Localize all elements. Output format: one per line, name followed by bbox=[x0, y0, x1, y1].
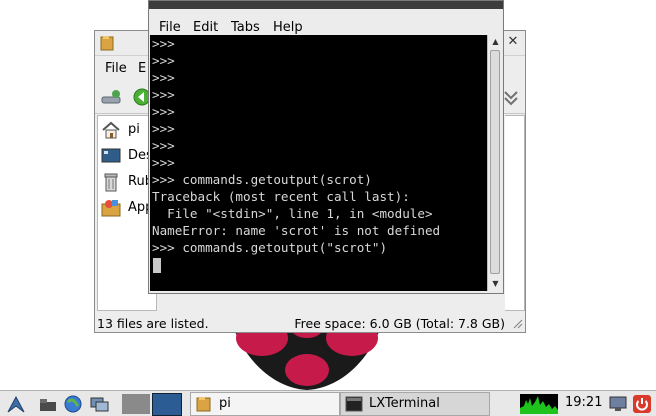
terminal-line: NameError: name 'scrot' is not defined bbox=[152, 223, 441, 238]
terminal-line: >>> commands.getoutput("scrot") bbox=[152, 240, 388, 255]
scroll-up-icon[interactable]: ▲ bbox=[490, 36, 501, 48]
terminal-menubar: File Edit Tabs Help bbox=[149, 9, 503, 35]
terminal-line: >>> bbox=[152, 70, 175, 85]
resize-grip-icon[interactable] bbox=[511, 317, 523, 329]
desktop-switch-icon[interactable] bbox=[90, 394, 110, 414]
file-list-area[interactable] bbox=[505, 115, 525, 311]
terminal-titlebar[interactable] bbox=[149, 1, 503, 9]
terminal-line: >>> bbox=[152, 87, 175, 102]
desktop-icon bbox=[101, 148, 121, 163]
menu-file[interactable]: File bbox=[105, 61, 127, 76]
terminal-line: >>> commands.getoutput(scrot) bbox=[152, 172, 372, 187]
task-label: LXTerminal bbox=[369, 396, 440, 411]
scroll-thumb[interactable] bbox=[490, 50, 500, 274]
screen-lock-icon[interactable] bbox=[608, 394, 628, 414]
terminal-scrollbar[interactable]: ▲ ▼ bbox=[487, 35, 502, 291]
terminal-cursor bbox=[153, 258, 161, 273]
free-space-status: Free space: 6.0 GB (Total: 7.8 GB) bbox=[294, 316, 505, 331]
folder-icon bbox=[100, 36, 114, 51]
cpu-monitor-graph bbox=[520, 394, 558, 414]
file-manager-launcher-icon[interactable] bbox=[38, 394, 58, 414]
home-folder-icon bbox=[102, 121, 120, 139]
clock[interactable]: 19:21 bbox=[565, 395, 602, 410]
file-manager-statusbar: 13 files are listed. Free space: 6.0 GB … bbox=[95, 314, 525, 333]
close-icon[interactable]: ✕ bbox=[505, 34, 521, 50]
jump-icon[interactable] bbox=[503, 88, 519, 108]
terminal-prompt-line bbox=[150, 256, 487, 273]
terminal-icon bbox=[345, 396, 363, 412]
terminal-output[interactable]: >>> >>> >>> >>> >>> >>> >>> >>> >>> comm… bbox=[150, 35, 487, 291]
terminal-line: >>> bbox=[152, 121, 175, 136]
folder-icon bbox=[196, 397, 211, 412]
terminal-menu-help[interactable]: Help bbox=[273, 20, 303, 35]
terminal-menu-edit[interactable]: Edit bbox=[193, 20, 218, 35]
terminal-menu-tabs[interactable]: Tabs bbox=[231, 20, 260, 35]
sidebar-item-label: pi bbox=[128, 122, 140, 137]
applications-icon bbox=[101, 200, 121, 217]
task-label: pi bbox=[219, 396, 231, 411]
terminal-menu-file[interactable]: File bbox=[159, 20, 181, 35]
terminal-line: Traceback (most recent call last): bbox=[152, 189, 410, 204]
scroll-down-icon[interactable]: ▼ bbox=[490, 278, 501, 290]
workspace-1[interactable] bbox=[122, 394, 150, 414]
terminal-line: >>> bbox=[152, 155, 175, 170]
trash-icon bbox=[104, 173, 118, 192]
web-browser-icon[interactable] bbox=[63, 394, 83, 414]
terminal-line: File "<stdin>", line 1, in <module> bbox=[152, 206, 433, 221]
file-count-status: 13 files are listed. bbox=[97, 316, 209, 331]
terminal-line: >>> bbox=[152, 36, 175, 51]
taskbar: pi LXTerminal 19:21 bbox=[0, 390, 656, 416]
start-menu-icon[interactable] bbox=[6, 394, 26, 414]
task-button-pi[interactable]: pi bbox=[190, 392, 340, 416]
logout-icon[interactable] bbox=[632, 394, 652, 414]
terminal-line: >>> bbox=[152, 104, 175, 119]
terminal-line: >>> bbox=[152, 53, 175, 68]
new-tab-icon[interactable] bbox=[101, 89, 121, 107]
menu-edit[interactable]: E bbox=[138, 61, 146, 76]
lxterminal-window: File Edit Tabs Help >>> >>> >>> >>> >>> … bbox=[148, 0, 504, 294]
task-button-lxterminal[interactable]: LXTerminal bbox=[340, 392, 490, 416]
workspace-2[interactable] bbox=[152, 393, 182, 416]
terminal-line: >>> bbox=[152, 138, 175, 153]
